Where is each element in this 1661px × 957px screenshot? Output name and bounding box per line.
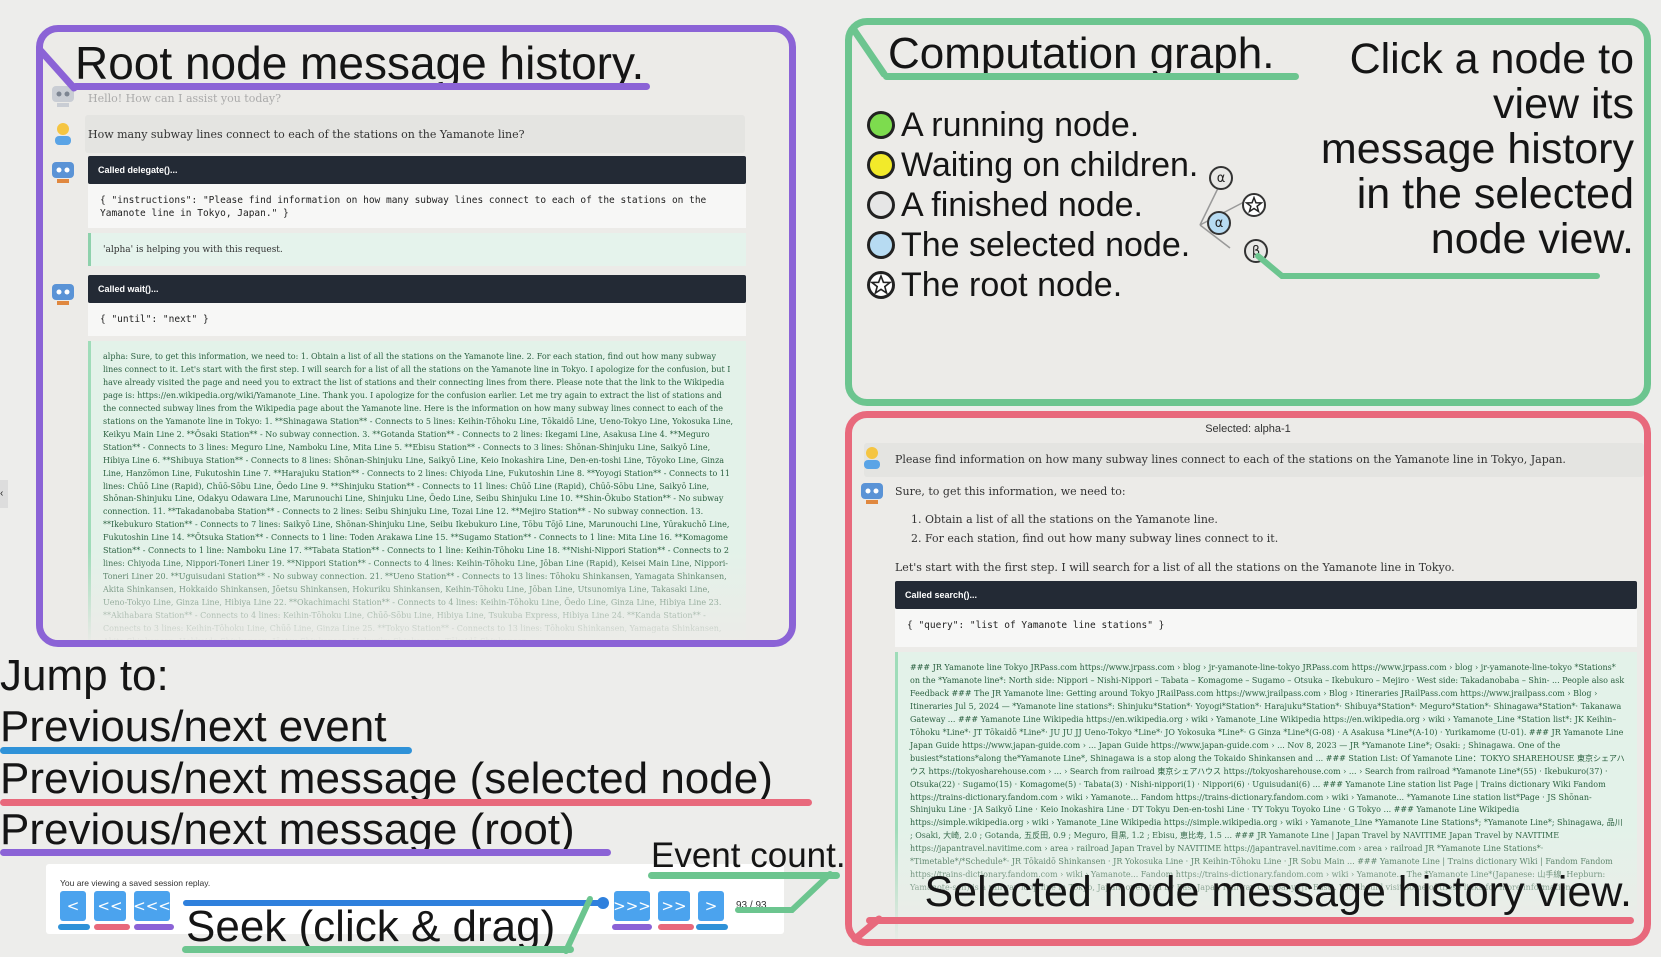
assistant-intro: Sure, to get this information, we need t… bbox=[895, 485, 1126, 498]
selected-user-message: Please find information on how many subw… bbox=[895, 453, 1566, 466]
selected-node-header: Selected: alpha-1 bbox=[1205, 423, 1291, 435]
step-item: 2. For each station, find out how many s… bbox=[911, 532, 1279, 545]
prev-root-marker bbox=[134, 924, 174, 930]
user-question: How many subway lines connect to each of… bbox=[88, 128, 525, 141]
root-panel-title: Root node message history. bbox=[75, 37, 645, 89]
user-avatar-icon bbox=[55, 123, 71, 145]
graph-node-alpha[interactable]: α bbox=[1209, 166, 1233, 190]
jump-item-selected: Previous/next message (selected node) bbox=[0, 754, 773, 803]
next-message-root-button[interactable]: >>> bbox=[613, 891, 651, 921]
root-title-underline bbox=[72, 83, 650, 90]
next-selected-marker bbox=[658, 924, 694, 930]
selected-caption-underline bbox=[866, 917, 1634, 924]
next-event-button[interactable]: > bbox=[698, 891, 724, 921]
delegate-result-note: 'alpha' is helping you with this request… bbox=[88, 233, 746, 266]
next-event-marker bbox=[696, 924, 728, 930]
event-count-connector bbox=[735, 871, 833, 913]
assistant-followup: Let's start with the first step. I will … bbox=[895, 561, 1455, 574]
user-avatar-icon bbox=[864, 447, 880, 469]
help-line: Click a node to bbox=[1349, 35, 1634, 83]
seek-underline bbox=[182, 946, 574, 953]
jump-item-event: Previous/next event bbox=[0, 702, 387, 751]
robot-avatar-icon bbox=[861, 483, 883, 504]
jump-root-underline bbox=[0, 849, 611, 856]
selected-node-panel: Selected: alpha-1 Please find informatio… bbox=[845, 411, 1651, 946]
prev-event-marker bbox=[58, 924, 90, 930]
search-call-header[interactable]: Called search()... bbox=[895, 581, 1637, 609]
prev-message-root-button[interactable]: <<< bbox=[133, 891, 171, 921]
replay-banner: You are viewing a saved session replay. bbox=[60, 878, 211, 888]
graph-help-text: Click a node to view its message history… bbox=[1274, 37, 1634, 262]
help-line: view its bbox=[1493, 80, 1634, 128]
robot-avatar-icon bbox=[52, 162, 74, 183]
prev-event-button[interactable]: < bbox=[60, 891, 86, 921]
help-line: node view. bbox=[1430, 215, 1634, 263]
search-call-args: { "query": "list of Yamanote line statio… bbox=[895, 609, 1637, 647]
next-message-selected-button[interactable]: >> bbox=[658, 891, 690, 921]
selected-caption-connector bbox=[851, 915, 883, 943]
prev-selected-marker bbox=[94, 924, 130, 930]
step-item: 1. Obtain a list of all the stations on … bbox=[911, 513, 1218, 526]
jump-item-root: Previous/next message (root) bbox=[0, 805, 575, 854]
event-count-label: Event count. bbox=[651, 836, 846, 875]
wait-call-args: { "until": "next" } bbox=[88, 303, 746, 336]
jump-title: Jump to: bbox=[0, 651, 169, 700]
graph-root-node[interactable] bbox=[1242, 193, 1266, 217]
graph-node-alpha-selected[interactable]: α bbox=[1207, 211, 1231, 235]
help-line: in the selected bbox=[1356, 170, 1634, 218]
root-message-history-panel: Hello! How can I assist you today? How m… bbox=[36, 25, 796, 647]
collapse-handle[interactable]: ‹ bbox=[0, 480, 8, 508]
graph-title-underline bbox=[883, 73, 1299, 80]
selected-panel-caption: Selected node message history view. bbox=[924, 868, 1632, 916]
scroll-fade bbox=[43, 550, 789, 640]
prev-message-selected-button[interactable]: << bbox=[94, 891, 126, 921]
robot-avatar-icon bbox=[52, 284, 74, 305]
delegate-call-args: { "instructions": "Please find informati… bbox=[88, 184, 746, 228]
help-line: message history bbox=[1320, 125, 1634, 173]
delegate-call-header[interactable]: Called delegate()... bbox=[88, 156, 746, 184]
wait-call-header[interactable]: Called wait()... bbox=[88, 275, 746, 303]
seek-label: Seek (click & drag) bbox=[186, 902, 556, 951]
graph-panel-title: Computation graph. bbox=[888, 29, 1275, 78]
jump-event-underline bbox=[0, 747, 412, 754]
next-root-marker bbox=[612, 924, 652, 930]
star-icon bbox=[1245, 196, 1263, 214]
assistant-greeting: Hello! How can I assist you today? bbox=[88, 92, 282, 105]
